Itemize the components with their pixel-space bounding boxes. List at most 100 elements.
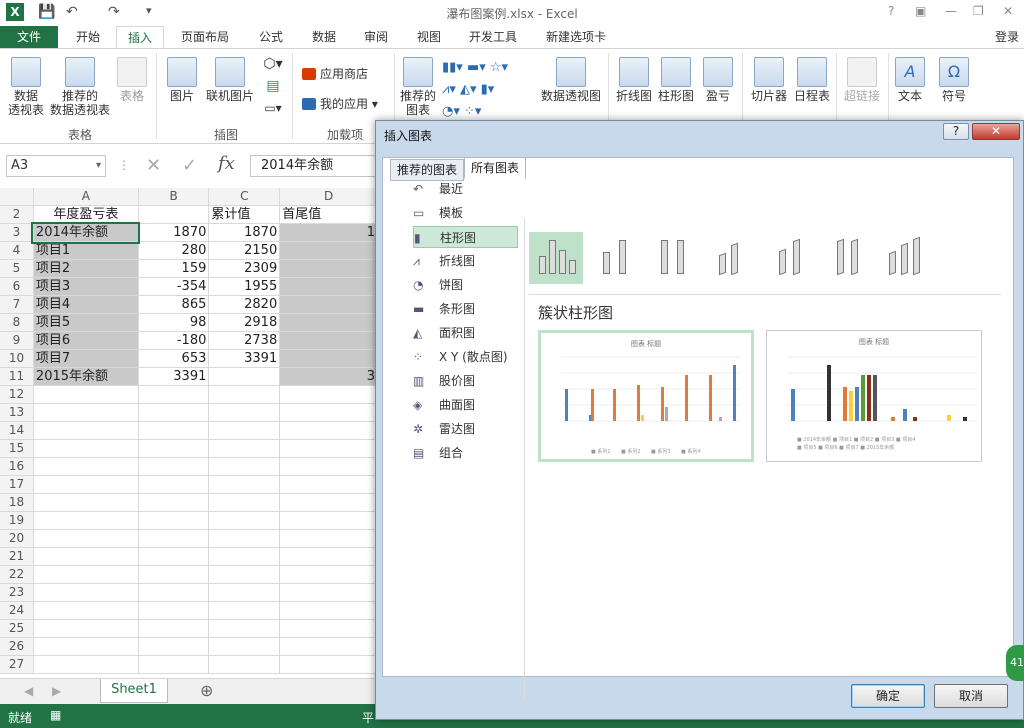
cell-b[interactable]: -354 <box>138 277 210 296</box>
cell-a[interactable]: 2015年余额 <box>33 367 139 386</box>
row-header[interactable]: 24 <box>0 601 34 620</box>
row-header[interactable]: 5 <box>0 259 34 278</box>
timeline-button[interactable]: 日程表 <box>792 57 832 103</box>
chart-preview-2[interactable]: 图表 标题 ■ 2014年余额 ■ 项目1 ■ 项目2 ■ 项目3 ■ 项目4 ■… <box>766 330 982 462</box>
zoom-badge[interactable]: 41 <box>1006 645 1024 681</box>
pivot-table-button[interactable]: 数据 透视表 <box>4 57 48 117</box>
row-header[interactable]: 18 <box>0 493 34 512</box>
next-sheet-icon[interactable]: ▶ <box>52 684 61 698</box>
cell-c[interactable] <box>208 529 281 548</box>
cell-d[interactable] <box>279 331 378 350</box>
tab-view[interactable]: 视图 <box>407 26 451 48</box>
dialog-close-button[interactable]: ✕ <box>972 123 1020 140</box>
cell-b[interactable] <box>138 655 210 674</box>
cell-c[interactable] <box>208 493 281 512</box>
cell-a[interactable] <box>33 529 139 548</box>
fx-icon[interactable]: fx <box>218 153 235 174</box>
cell-d[interactable] <box>279 547 378 566</box>
cell-b[interactable] <box>138 529 210 548</box>
row-header[interactable]: 17 <box>0 475 34 494</box>
select-all[interactable] <box>0 188 34 206</box>
subtype-3d-100-stacked-column[interactable] <box>821 232 875 284</box>
row-header[interactable]: 9 <box>0 331 34 350</box>
sparkline-winloss-button[interactable]: 盈亏 <box>700 57 736 103</box>
online-picture-button[interactable]: 联机图片 <box>204 57 256 103</box>
cell-c[interactable] <box>208 565 281 584</box>
cell-b[interactable]: 1870 <box>138 223 210 242</box>
tab-data[interactable]: 数据 <box>302 26 346 48</box>
ribbon-display-icon[interactable]: ▣ <box>915 4 926 18</box>
help-button[interactable]: ? <box>888 4 894 18</box>
row-header[interactable]: 4 <box>0 241 34 260</box>
cell-c[interactable] <box>208 475 281 494</box>
cell-a[interactable] <box>33 493 139 512</box>
row-header[interactable]: 16 <box>0 457 34 476</box>
table-button[interactable]: 表格 <box>114 57 150 103</box>
cell-a[interactable] <box>33 511 139 530</box>
category-radar[interactable]: ✲ 雷达图 <box>413 418 518 440</box>
cell-a[interactable]: 年度盈亏表 <box>33 205 139 224</box>
cell-c[interactable] <box>208 583 281 602</box>
subtype-3d-clustered-column[interactable] <box>705 232 759 284</box>
login-link[interactable]: 登录 <box>990 26 1024 48</box>
recommended-charts-button[interactable]: 推荐的 图表 <box>398 57 438 117</box>
cell-d[interactable] <box>279 313 378 332</box>
category-line[interactable]: ⩘ 折线图 <box>413 250 518 272</box>
cell-b[interactable] <box>138 385 210 404</box>
subtype-stacked-column[interactable] <box>589 232 643 284</box>
cell-c[interactable]: 累计值 <box>208 205 281 224</box>
cell-c[interactable]: 1870 <box>208 223 281 242</box>
add-sheet-icon[interactable]: ⊕ <box>200 681 213 700</box>
cell-b[interactable] <box>138 565 210 584</box>
symbol-button[interactable]: Ω 符号 <box>936 57 972 103</box>
category-combo[interactable]: ▤ 组合 <box>413 442 518 464</box>
app-store-button[interactable]: 应用商店 <box>302 65 368 82</box>
cell-b[interactable]: 3391 <box>138 367 210 386</box>
cell-a[interactable] <box>33 403 139 422</box>
enter-icon[interactable]: ✓ <box>182 155 197 176</box>
row-header[interactable]: 23 <box>0 583 34 602</box>
cell-d[interactable] <box>279 439 378 458</box>
category-column[interactable]: ▮ 柱形图 <box>413 226 518 248</box>
cell-a[interactable] <box>33 547 139 566</box>
cell-c[interactable] <box>208 367 281 386</box>
cell-d[interactable]: 3 <box>279 367 378 386</box>
cell-b[interactable] <box>138 637 210 656</box>
category-area[interactable]: ◭ 面积图 <box>413 322 518 344</box>
column-header-c[interactable]: C <box>208 188 281 206</box>
cell-c[interactable] <box>208 403 281 422</box>
prev-sheet-icon[interactable]: ◀ <box>24 684 33 698</box>
minimize-icon[interactable]: — <box>945 4 957 18</box>
cell-b[interactable] <box>138 457 210 476</box>
cell-a[interactable] <box>33 619 139 638</box>
row-header[interactable]: 22 <box>0 565 34 584</box>
cell-d[interactable] <box>279 619 378 638</box>
tab-formulas[interactable]: 公式 <box>248 26 294 48</box>
cell-b[interactable] <box>138 619 210 638</box>
cell-c[interactable] <box>208 385 281 404</box>
row-header[interactable]: 8 <box>0 313 34 332</box>
cell-b[interactable] <box>138 475 210 494</box>
row-header[interactable]: 3 <box>0 223 34 242</box>
cell-a[interactable]: 项目2 <box>33 259 139 278</box>
subtype-3d-stacked-column[interactable] <box>763 232 817 284</box>
row-header[interactable]: 12 <box>0 385 34 404</box>
cell-c[interactable]: 3391 <box>208 349 281 368</box>
column-header-d[interactable]: D <box>279 188 378 206</box>
cancel-button[interactable]: 取消 <box>934 684 1008 708</box>
row-header[interactable]: 19 <box>0 511 34 530</box>
cell-c[interactable] <box>208 619 281 638</box>
cell-c[interactable]: 2820 <box>208 295 281 314</box>
cell-d[interactable] <box>279 457 378 476</box>
cell-b[interactable] <box>138 493 210 512</box>
chart-preview-1[interactable]: 图表 标题 ■ 系列1 ■ 系列2 ■ 系列3 ■ 系列4 <box>538 330 754 462</box>
cell-a[interactable]: 项目1 <box>33 241 139 260</box>
column-header-b[interactable]: B <box>138 188 210 206</box>
formula-input[interactable]: 2014年余额 <box>250 155 375 177</box>
tab-file[interactable]: 文件 <box>0 26 58 48</box>
cell-b[interactable]: 159 <box>138 259 210 278</box>
tab-review[interactable]: 审阅 <box>354 26 398 48</box>
cell-d[interactable] <box>279 637 378 656</box>
category-recent[interactable]: ↶ 最近 <box>413 178 518 200</box>
chart-type-gallery[interactable]: ▮▮▾ ▬▾ ☆▾ ⩘▾ ◭▾ ▮▾ ◔▾ ⁘▾ <box>442 57 532 123</box>
